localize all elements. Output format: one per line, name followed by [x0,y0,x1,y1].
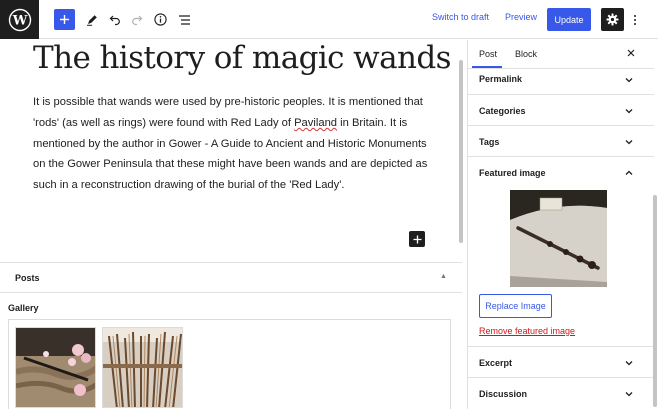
tools-button[interactable] [81,8,103,31]
panel-categories[interactable]: Categories [468,95,654,126]
wand-in-case-image [510,190,607,287]
tab-block[interactable]: Block [515,49,537,59]
undo-button[interactable] [104,8,126,31]
posts-metabox-title: Posts [15,273,40,283]
undo-icon [109,15,120,25]
chevron-down-icon [625,140,633,145]
close-sidebar-button[interactable] [625,46,637,60]
gallery-thumbnail[interactable] [102,327,183,408]
replace-image-button[interactable]: Replace Image [479,294,552,318]
chevron-down-icon [625,109,633,114]
active-tab-indicator [472,66,502,68]
panel-discussion[interactable]: Discussion [468,378,654,409]
block-appender-button[interactable] [409,231,425,247]
panel-excerpt[interactable]: Excerpt [468,347,654,378]
panel-discussion-title: Discussion [479,389,528,399]
editor-canvas: The history of magic wands It is possibl… [0,40,457,262]
redo-icon [132,15,143,25]
chevron-up-icon[interactable] [624,168,634,178]
redo-button[interactable] [126,8,148,31]
settings-button[interactable] [601,8,624,31]
wordpress-logo-icon: W [8,8,31,31]
panel-tags-title: Tags [479,137,500,147]
post-title[interactable]: The history of magic wands [33,40,452,76]
gallery-container [8,319,451,409]
panel-permalink-title: Permalink [479,74,523,84]
sidebar-scrollbar[interactable] [653,195,657,407]
list-view-icon [178,14,190,25]
sidebar-tabs: Post Block [468,40,654,69]
plus-icon [413,235,421,243]
paragraph-block[interactable]: It is possible that wands were used by p… [33,92,433,196]
collapse-up-icon[interactable]: ▲ [440,273,447,280]
wordpress-logo-button[interactable]: W [0,0,39,39]
options-button[interactable] [628,8,642,31]
editor-header: W Switch to draft Preview Update [0,0,658,39]
featured-image-preview[interactable] [510,190,607,287]
pencil-icon [87,14,97,26]
gear-icon [606,13,619,26]
info-icon [153,13,167,26]
list-view-button[interactable] [173,8,195,31]
panel-tags[interactable]: Tags [468,126,654,157]
switch-to-draft-button[interactable]: Switch to draft [432,12,489,22]
panel-featured-image-title[interactable]: Featured image [479,168,546,178]
remove-featured-image-link[interactable]: Remove featured image [479,326,575,336]
chevron-down-icon [625,361,633,366]
chevron-down-icon [625,392,633,397]
panel-permalink[interactable]: Permalink [468,69,654,95]
panel-categories-title: Categories [479,106,526,116]
spellcheck-word: Paviland [294,116,338,129]
settings-sidebar: Post Block Permalink Categories Tags Fea… [467,40,658,409]
block-inserter-button[interactable] [54,9,75,30]
editor-scrollbar[interactable] [459,60,463,243]
close-icon [627,49,635,57]
plus-icon [60,15,69,24]
more-vertical-icon [634,14,636,25]
update-button[interactable]: Update [547,8,591,31]
wand-with-flowers-image [16,328,95,407]
tab-post[interactable]: Post [479,49,497,59]
meta-boxes: Posts ▲ Gallery [0,262,462,409]
details-button[interactable] [149,8,171,31]
gallery-thumbnail[interactable] [15,327,96,408]
panel-excerpt-title: Excerpt [479,358,513,368]
svg-text:W: W [11,13,27,28]
wand-rack-image [103,328,182,407]
posts-metabox-header[interactable]: Posts ▲ [0,263,462,293]
chevron-down-icon [625,78,633,83]
gallery-label: Gallery [8,303,39,313]
preview-button[interactable]: Preview [505,12,537,22]
